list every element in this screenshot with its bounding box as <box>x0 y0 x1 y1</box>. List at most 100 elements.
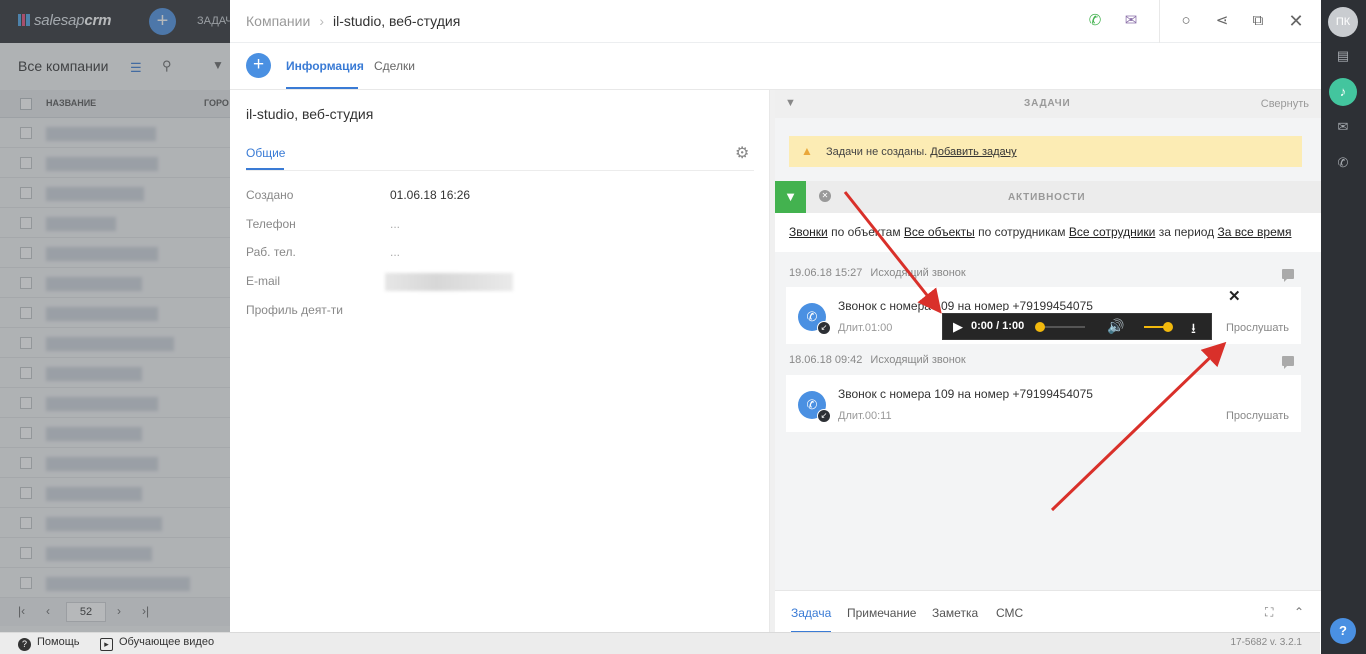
activity-title: АКТИВНОСТИ <box>1008 192 1086 203</box>
field-label: Телефон <box>246 217 296 231</box>
activity-panel: ▼ ЗАДАЧИ Свернуть ▲ Задачи не созданы. Д… <box>775 90 1321 633</box>
card-header: Компании › il-studio, веб-студия ✆ ✉ ○ ⋖ ⧉… <box>230 0 1321 43</box>
tab-memo[interactable]: Заметка <box>932 606 978 620</box>
filter-text: за период <box>1155 225 1218 239</box>
tab-note[interactable]: Примечание <box>847 606 916 620</box>
field-value[interactable]: ... <box>390 245 400 259</box>
tab-deals[interactable]: Сделки <box>374 59 415 73</box>
question-icon: ? <box>18 638 31 651</box>
call-title: Звонок с номера 109 на номер +7919945407… <box>838 387 1093 401</box>
bell-icon[interactable]: ♪ <box>1329 78 1357 106</box>
player-time: 0:00 / 1:00 <box>971 320 1025 332</box>
field-label: Профиль деят-ти <box>246 303 344 317</box>
email-value-redacted <box>385 273 513 291</box>
seek-knob[interactable] <box>1035 322 1045 332</box>
activity-type: Исходящий звонок <box>870 267 966 279</box>
header-divider <box>1159 0 1160 43</box>
breadcrumb-parent[interactable]: Компании <box>246 13 310 29</box>
activity-filter-button[interactable]: ▼ <box>775 181 806 213</box>
company-info-column: il-studio, веб-студия Общие ⚙ Создано 01.… <box>230 90 770 632</box>
breadcrumb-separator-icon: › <box>319 13 324 29</box>
filter-text: по сотрудникам <box>974 225 1069 239</box>
company-name: il-studio, веб-студия <box>246 106 374 122</box>
call-duration: Длит.01:00 <box>838 322 893 334</box>
video-label: Обучающее видео <box>119 636 215 648</box>
tab-sms[interactable]: СМС <box>996 606 1023 620</box>
help-icon[interactable]: ? <box>1330 618 1356 644</box>
field-value[interactable]: ... <box>390 217 400 231</box>
call-card: ✆ ↙ Звонок с номера 109 на номер +791994… <box>786 375 1301 432</box>
status-bar: ? Помощь ▸ Обучающее видео 17-5682 v. 3.2.… <box>0 632 1320 654</box>
add-button[interactable]: + <box>246 53 271 78</box>
tasks-title: ЗАДАЧИ <box>1024 98 1071 109</box>
comment-icon[interactable] <box>1282 356 1294 369</box>
video-icon: ▸ <box>100 638 113 651</box>
field-label: E-mail <box>246 274 281 288</box>
tab-info[interactable]: Информация <box>286 59 364 73</box>
add-task-link[interactable]: Добавить задачу <box>930 146 1016 158</box>
no-tasks-alert: ▲ Задачи не созданы. Добавить задачу <box>789 136 1302 167</box>
activity-date: 18.06.18 09:42 <box>789 354 863 366</box>
gear-icon[interactable]: ⚙ <box>735 143 749 163</box>
close-icon[interactable]: ✕ <box>1284 9 1308 33</box>
activity-filters: Звонки по объектам Все объекты по сотруд… <box>775 213 1321 252</box>
phone-icon[interactable]: ✆ <box>1083 9 1107 33</box>
field-value[interactable]: 01.06.18 16:26 <box>390 188 470 202</box>
chevron-up-icon[interactable]: ⌃ <box>1294 605 1304 619</box>
composer-tabs: Задача Примечание Заметка СМС ⛶ ⌃ <box>775 590 1321 633</box>
chat-icon[interactable]: ▤ <box>1333 46 1353 66</box>
call-duration: Длит.00:11 <box>838 410 892 422</box>
tab-task[interactable]: Задача <box>791 606 831 620</box>
version-label: 17-5682 v. 3.2.1 <box>1230 637 1302 648</box>
active-tab-underline <box>286 87 358 89</box>
clear-filter-icon[interactable]: ✕ <box>819 190 831 202</box>
mail-icon[interactable]: ✉ <box>1333 117 1353 137</box>
alert-text: Задачи не созданы. <box>826 146 928 158</box>
video-link[interactable]: ▸ Обучающее видео <box>100 636 214 651</box>
filter-text: по объектам <box>827 225 904 239</box>
outgoing-arrow-icon: ↙ <box>817 321 831 335</box>
filter-icon[interactable]: ▼ <box>785 97 796 109</box>
activity-date-row: 18.06.18 09:42 Исходящий звонок <box>789 354 966 366</box>
activity-date-row: 19.06.18 15:27 Исходящий звонок <box>789 267 966 279</box>
share-icon[interactable]: ⋖ <box>1210 9 1234 33</box>
modal-overlay[interactable] <box>0 0 230 632</box>
volume-knob[interactable] <box>1163 322 1173 332</box>
general-divider <box>246 170 754 171</box>
breadcrumb-current: il-studio, веб-студия <box>332 13 461 29</box>
listen-button[interactable]: Прослушать <box>1226 322 1289 334</box>
collapse-link[interactable]: Свернуть <box>1261 98 1309 110</box>
card-tabs: + Информация Сделки <box>230 43 1321 90</box>
help-link[interactable]: ? Помощь <box>18 636 80 651</box>
outgoing-arrow-icon: ↙ <box>817 409 831 423</box>
listen-button[interactable]: Прослушать <box>1226 410 1289 422</box>
comment-icon[interactable] <box>1282 269 1294 282</box>
phone-icon[interactable]: ✆ <box>1333 153 1353 173</box>
download-icon[interactable]: ⭳ <box>1191 318 1196 342</box>
activity-date: 19.06.18 15:27 <box>789 267 863 279</box>
filter-staff-link[interactable]: Все сотрудники <box>1069 225 1155 239</box>
filter-objects-link[interactable]: Все объекты <box>904 225 975 239</box>
warning-icon: ▲ <box>801 144 813 158</box>
activity-section-header: ▼ ✕ АКТИВНОСТИ <box>775 181 1321 213</box>
mail-icon[interactable]: ✉ <box>1119 9 1143 33</box>
call-title: Звонок с номера 109 на номер +7919945407… <box>838 299 1093 313</box>
audio-player: ▶ 0:00 / 1:00 🔊 ⭳ <box>942 313 1212 340</box>
play-icon[interactable]: ▶ <box>953 319 963 335</box>
volume-icon[interactable]: 🔊 <box>1107 318 1124 335</box>
activity-type: Исходящий звонок <box>870 354 966 366</box>
field-label: Раб. тел. <box>246 245 296 259</box>
help-label: Помощь <box>37 636 80 648</box>
avatar[interactable]: ПК <box>1328 7 1358 37</box>
filter-period-link[interactable]: За все время <box>1218 225 1292 239</box>
circle-icon[interactable]: ○ <box>1174 9 1198 33</box>
tasks-section-header: ▼ ЗАДАЧИ Свернуть <box>775 90 1321 118</box>
field-label: Создано <box>246 188 294 202</box>
tab-general[interactable]: Общие <box>246 146 285 160</box>
expand-icon[interactable]: ⛶ <box>1265 605 1273 620</box>
filter-calls-link[interactable]: Звонки <box>789 225 828 239</box>
breadcrumb: Компании › il-studio, веб-студия <box>246 13 460 29</box>
player-close-icon[interactable]: ✕ <box>1228 287 1241 305</box>
external-link-icon[interactable]: ⧉ <box>1246 9 1270 33</box>
right-rail: ПК ▤ ♪ ✉ ✆ ? <box>1321 0 1366 654</box>
